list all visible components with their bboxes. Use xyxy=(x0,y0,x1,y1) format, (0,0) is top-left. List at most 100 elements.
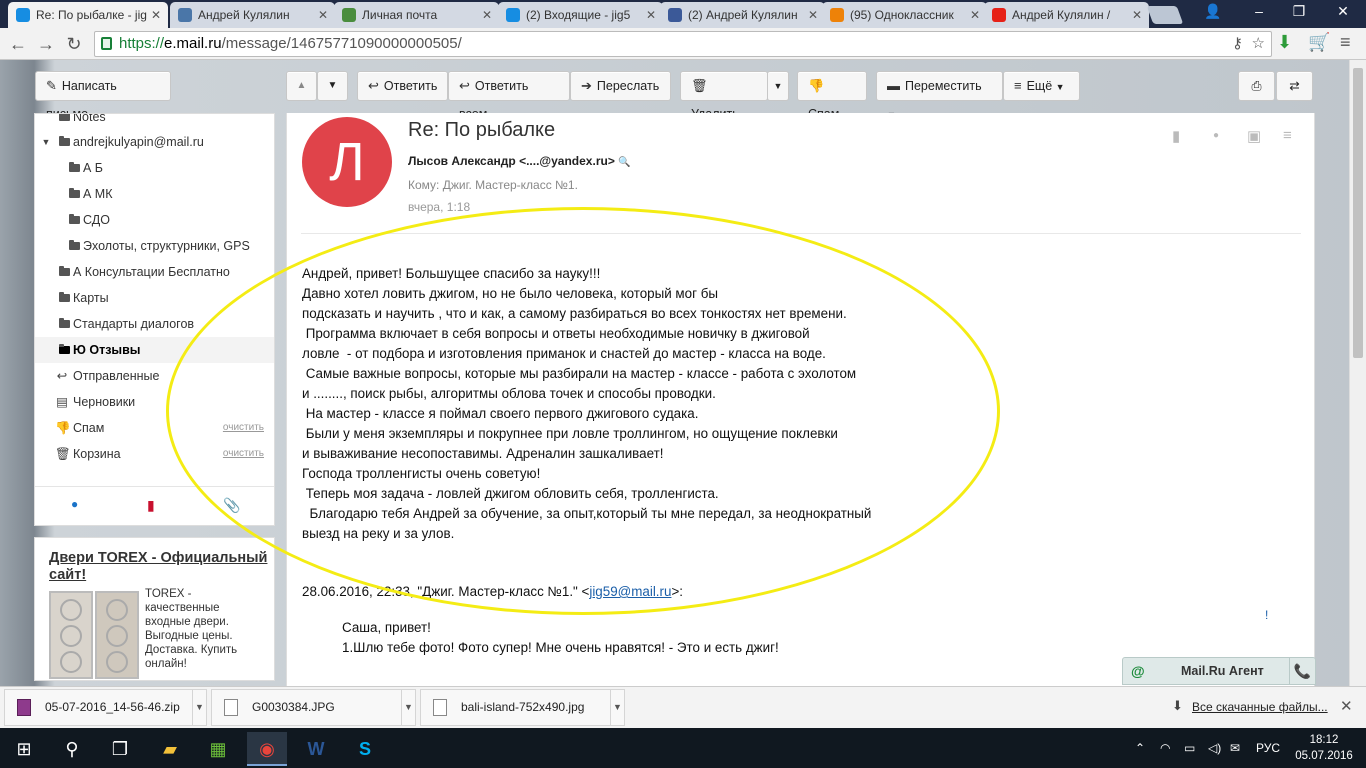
menu-icon[interactable]: ≡ xyxy=(1283,127,1292,144)
folder-maps[interactable]: Карты xyxy=(35,285,274,311)
close-icon[interactable]: ✕ xyxy=(1132,2,1142,28)
clear-trash-link[interactable]: очистить xyxy=(223,441,264,467)
folder-consultations[interactable]: А Консультации Бесплатно xyxy=(35,259,274,285)
word-icon[interactable]: W xyxy=(296,732,336,766)
folder-notes[interactable]: Notes xyxy=(35,114,274,130)
back-button[interactable]: ← xyxy=(6,32,30,56)
phone-icon[interactable]: 📞 xyxy=(1289,658,1315,685)
compose-button[interactable]: ✎Написать письмо xyxy=(35,71,171,121)
user-icon[interactable]: 👤 xyxy=(1190,0,1236,24)
menu-icon[interactable]: ≡ xyxy=(1340,32,1351,53)
folder-icon xyxy=(58,114,70,121)
chrome-icon[interactable]: ◉ xyxy=(247,732,287,766)
folder-trash[interactable]: 🗑 Корзина очистить xyxy=(35,441,274,467)
folder-sent[interactable]: ↩ Отправленные xyxy=(35,363,274,389)
chevron-down-icon[interactable]: ▼ xyxy=(192,690,206,725)
close-icon[interactable]: ✕ xyxy=(482,2,492,28)
mail-agent-bar[interactable]: @ Mail.Ru Агент 📞 xyxy=(1122,657,1316,685)
windows-start-icon[interactable]: ⊞ xyxy=(4,732,44,766)
folder-drafts[interactable]: ▤ Черновики xyxy=(35,389,274,415)
reload-button[interactable]: ↻ xyxy=(62,32,86,56)
download-item[interactable]: bali-island-752x490.jpg ▼ xyxy=(420,689,625,726)
tab-youtube[interactable]: Андрей Кулялин / ✕ xyxy=(984,2,1149,28)
search-icon[interactable]: ⚲ xyxy=(52,732,92,766)
scrollbar[interactable] xyxy=(1349,60,1366,686)
move-button[interactable]: ▬Переместить ▼ xyxy=(876,71,1003,120)
tab-vk[interactable]: Андрей Кулялин ✕ xyxy=(170,2,335,28)
wifi-icon[interactable]: ◠ xyxy=(1160,728,1170,768)
search-icon[interactable]: 🔍 xyxy=(618,157,630,168)
new-tab-button[interactable] xyxy=(1146,6,1184,24)
folder-reviews[interactable]: Ю Отзывы xyxy=(35,337,274,363)
close-icon[interactable]: ✕ xyxy=(318,2,328,28)
next-button[interactable]: ▼ xyxy=(317,71,348,101)
folder-echolots[interactable]: Эхолоты, структурники, GPS xyxy=(35,233,274,259)
clear-spam-link[interactable]: очистить xyxy=(223,415,264,441)
url-field[interactable]: https://e.mail.ru/message/14675771090000… xyxy=(94,31,1272,57)
sender-avatar[interactable]: Л xyxy=(302,117,392,207)
calendar-icon[interactable]: ▣ xyxy=(1247,127,1261,145)
close-icon[interactable]: ✕ xyxy=(970,2,980,28)
tab-facebook[interactable]: (2) Андрей Кулялин ✕ xyxy=(660,2,825,28)
ad-block[interactable]: Двери TOREX - Официальный сайт! TOREX - … xyxy=(34,537,275,681)
flag-filter-icon[interactable]: ▮ xyxy=(147,497,155,514)
download-extension-icon[interactable]: ⬇ xyxy=(1277,32,1292,53)
quote-email-link[interactable]: jig59@mail.ru xyxy=(589,584,671,599)
star-icon[interactable]: ☆ xyxy=(1252,32,1265,56)
chevron-down-icon[interactable]: ▼ xyxy=(610,690,624,725)
chevron-down-icon[interactable]: ▼ xyxy=(39,129,53,155)
chevron-down-icon[interactable]: ▼ xyxy=(401,690,415,725)
language-indicator[interactable]: РУС xyxy=(1256,728,1280,768)
delete-button[interactable]: 🗑Удалить xyxy=(680,71,768,121)
tray-expand-icon[interactable]: ⌃ xyxy=(1135,728,1145,768)
forward-mail-button[interactable]: ➔ Переслать xyxy=(570,71,671,101)
download-item[interactable]: 05-07-2016_14-56-46.zip ▼ xyxy=(4,689,207,726)
tab-odnoklassniki[interactable]: (95) Одноклассник ✕ xyxy=(822,2,987,28)
folder-dialog-standards[interactable]: Стандарты диалогов xyxy=(35,311,274,337)
tab-personal-mail[interactable]: Личная почта ✕ xyxy=(334,2,499,28)
tab-inbox[interactable]: (2) Входящие - jig5 ✕ xyxy=(498,2,663,28)
unread-filter-icon[interactable]: ● xyxy=(71,497,78,511)
close-window-button[interactable]: ✕ xyxy=(1320,0,1366,24)
folder-spam[interactable]: 👎 Спам очистить xyxy=(35,415,274,441)
sender[interactable]: Лысов Александр <....@yandex.ru> 🔍 xyxy=(408,154,631,168)
download-item[interactable]: G0030384.JPG ▼ xyxy=(211,689,416,726)
read-status-icon[interactable]: ● xyxy=(1213,130,1219,141)
bookmark-icon[interactable]: ▮ xyxy=(1172,127,1180,145)
key-icon[interactable]: ⚷ xyxy=(1232,32,1243,56)
close-icon[interactable]: ✕ xyxy=(808,2,818,28)
skype-icon[interactable]: S xyxy=(345,732,385,766)
notification-icon[interactable]: ✉ xyxy=(1230,728,1240,768)
clock[interactable]: 18:12 05.07.2016 xyxy=(1294,732,1354,764)
show-all-downloads-link[interactable]: Все скачанные файлы... xyxy=(1192,700,1328,714)
reply-button[interactable]: ↩ Ответить xyxy=(357,71,448,101)
ad-title[interactable]: Двери TOREX - Официальный сайт! xyxy=(49,550,269,584)
url-path: /message/14675771090000000505/ xyxy=(221,35,462,52)
folder-sdo[interactable]: СДО xyxy=(35,207,274,233)
app-icon[interactable]: ▦ xyxy=(198,732,238,766)
previous-button[interactable]: ▲ xyxy=(286,71,317,101)
task-view-icon[interactable]: ❐ xyxy=(100,732,140,766)
translate-button[interactable]: ⇄ xyxy=(1276,71,1313,101)
scrollbar-thumb[interactable] xyxy=(1353,68,1363,358)
attachment-filter-icon[interactable]: 📎 xyxy=(223,497,240,514)
tab-mail-active[interactable]: Re: По рыбалке - jig ✕ xyxy=(8,2,168,28)
more-button[interactable]: ≡ Ещё ▼ xyxy=(1003,71,1080,101)
folder-a-mk[interactable]: А МК xyxy=(35,181,274,207)
delete-dropdown-button[interactable]: ▼ xyxy=(767,71,789,101)
close-icon[interactable]: ✕ xyxy=(646,2,656,28)
print-button[interactable]: ⎙ xyxy=(1238,71,1275,101)
battery-icon[interactable]: ▭ xyxy=(1184,728,1195,768)
volume-icon[interactable]: ◁) xyxy=(1208,728,1221,768)
file-explorer-icon[interactable]: ▰ xyxy=(150,732,190,766)
forward-button[interactable]: → xyxy=(34,32,58,56)
spam-button[interactable]: 👎Спам xyxy=(797,71,867,121)
maximize-button[interactable]: ❐ xyxy=(1276,0,1322,24)
close-icon[interactable]: ✕ xyxy=(151,2,161,28)
folder-andrejkulyapin[interactable]: ▼ andrejkulyapin@mail.ru xyxy=(35,129,274,155)
close-icon[interactable]: ✕ xyxy=(1340,697,1353,715)
reply-all-button[interactable]: ↩Ответить всем xyxy=(448,71,570,121)
folder-a-b[interactable]: А Б xyxy=(35,155,274,181)
body-line: Давно хотел ловить джигом, но не было че… xyxy=(302,286,718,301)
cart-icon[interactable]: 🛒 xyxy=(1308,32,1330,53)
